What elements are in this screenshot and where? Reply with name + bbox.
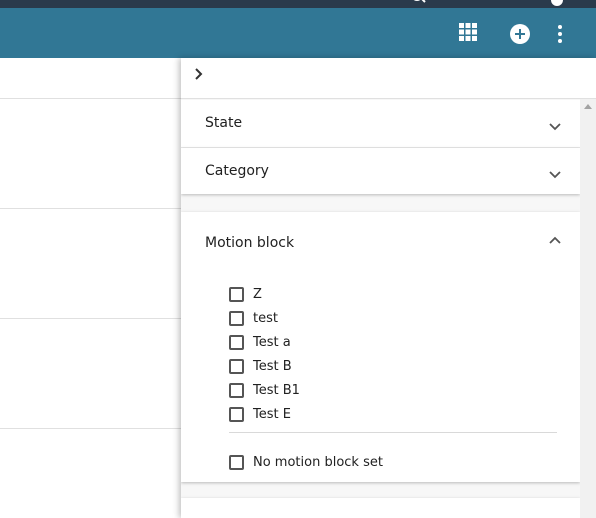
- section-title: Category: [205, 163, 269, 179]
- filter-section-motion-block: Motion block Z test Test a Test B Test B…: [181, 212, 580, 482]
- checkbox[interactable]: [229, 454, 244, 470]
- checkbox[interactable]: [229, 334, 244, 350]
- no-motion-block-option[interactable]: No motion block set: [229, 452, 383, 472]
- checkbox[interactable]: [229, 382, 244, 398]
- chevron-up-icon[interactable]: [548, 234, 562, 248]
- list-header: [0, 58, 182, 99]
- option-label: Test B: [253, 358, 292, 374]
- option-label: test: [253, 310, 278, 326]
- section-title: State: [205, 115, 243, 131]
- options-divider: [229, 432, 557, 433]
- scrollbar[interactable]: [580, 99, 596, 518]
- motion-block-option[interactable]: test: [229, 308, 278, 328]
- chevron-down-icon[interactable]: [548, 167, 562, 181]
- add-circle-icon[interactable]: [509, 23, 531, 45]
- list-item[interactable]: [0, 429, 182, 518]
- motion-block-option[interactable]: Test E: [229, 404, 291, 424]
- motion-block-option[interactable]: Test B: [229, 356, 292, 376]
- chevron-right-icon[interactable]: [192, 67, 206, 81]
- chevron-down-icon[interactable]: [548, 119, 562, 133]
- filter-section-state[interactable]: State: [181, 100, 580, 148]
- section-title[interactable]: Motion block: [205, 235, 294, 251]
- checkbox[interactable]: [229, 286, 244, 302]
- list-item[interactable]: [0, 99, 182, 209]
- option-label: Test B1: [253, 382, 300, 398]
- grid-view-icon[interactable]: [457, 21, 479, 43]
- filter-section-category[interactable]: Category: [181, 148, 580, 194]
- list-item[interactable]: [0, 209, 182, 319]
- avatar[interactable]: [551, 0, 563, 6]
- top-app-strip: [0, 0, 596, 8]
- filter-panel: State Category Motion block Z test Test …: [181, 58, 596, 518]
- motion-block-option[interactable]: Test a: [229, 332, 291, 352]
- filter-panel-header: [181, 58, 596, 99]
- scroll-up-arrow-icon[interactable]: [584, 104, 592, 109]
- filter-section-next[interactable]: [181, 498, 580, 518]
- list-item[interactable]: [0, 319, 182, 429]
- checkbox[interactable]: [229, 406, 244, 422]
- more-vert-icon[interactable]: [549, 23, 571, 45]
- option-label: No motion block set: [253, 454, 383, 470]
- checkbox[interactable]: [229, 358, 244, 374]
- option-label: Z: [253, 286, 262, 302]
- checkbox[interactable]: [229, 310, 244, 326]
- option-label: Test E: [253, 406, 291, 422]
- option-label: Test a: [253, 334, 291, 350]
- motion-block-option[interactable]: Z: [229, 284, 262, 304]
- toolbar: [0, 8, 596, 58]
- motion-block-option[interactable]: Test B1: [229, 380, 300, 400]
- list-pane: [0, 58, 182, 518]
- search-icon[interactable]: [412, 0, 428, 6]
